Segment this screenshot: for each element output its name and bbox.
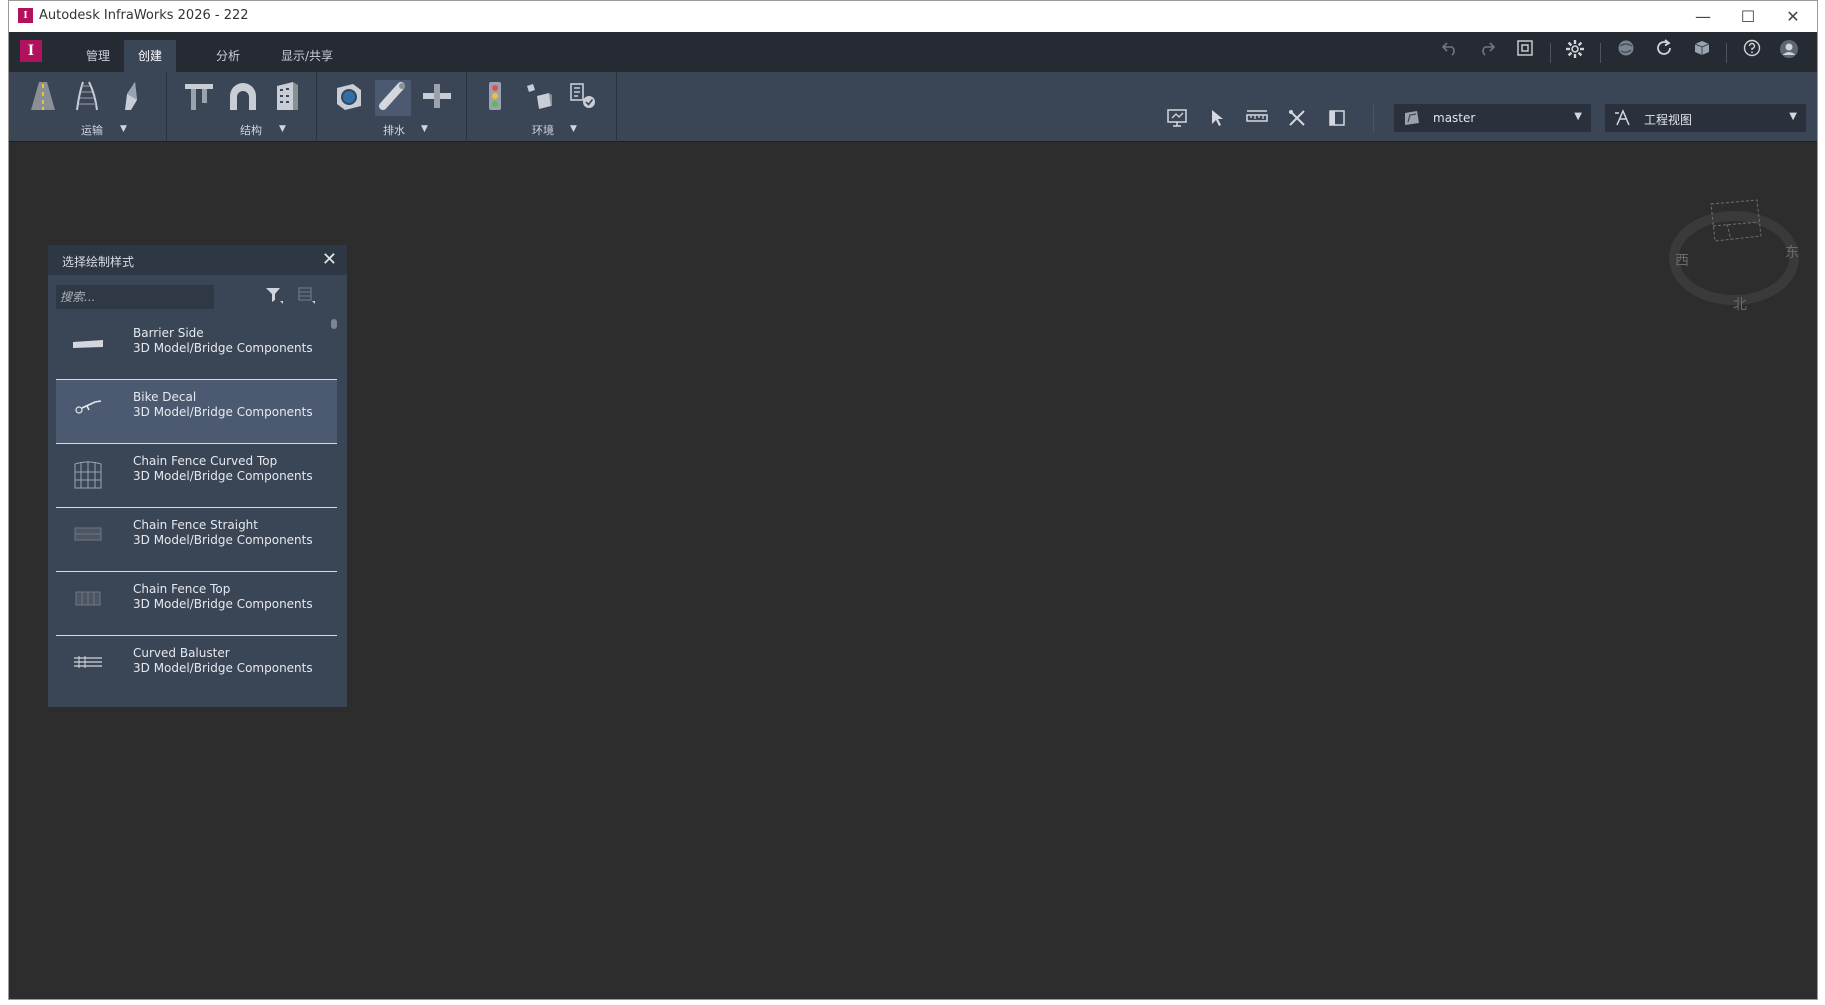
ribbon-separator (1373, 105, 1374, 133)
select-cursor-icon[interactable] (1203, 108, 1231, 134)
window-title: Autodesk InfraWorks 2026 - 222 (39, 8, 249, 23)
close-window-button[interactable]: ✕ (1773, 4, 1813, 30)
chevron-down-icon: ▼ (1574, 111, 1582, 122)
settings-icon[interactable] (1562, 39, 1588, 65)
city-furniture-icon[interactable] (521, 80, 557, 116)
pipe-connector-icon[interactable] (419, 80, 455, 116)
view-dropdown[interactable]: 工程视图 ▼ (1605, 104, 1806, 132)
style-list: Barrier Side 3D Model/Bridge Components … (56, 316, 337, 700)
terrain-shape-icon[interactable] (113, 80, 149, 116)
app-window: I Autodesk InfraWorks 2026 - 222 — ☐ ✕ I… (8, 0, 1818, 1000)
header-separator (1600, 43, 1601, 63)
user-avatar-icon[interactable] (1776, 39, 1802, 65)
cloud-model-icon[interactable] (1689, 39, 1715, 65)
branch-dropdown[interactable]: master ▼ (1394, 104, 1591, 132)
viewcube-north-label: 北 (1733, 297, 1747, 313)
branch-icon (1403, 109, 1421, 131)
item-category: 3D Model/Bridge Components (133, 661, 313, 675)
item-name: Chain Fence Curved Top (133, 454, 278, 468)
item-category: 3D Model/Bridge Components (133, 341, 313, 355)
draw-style-panel: 选择绘制样式 ✕ Barrier Side 3D Model/Bridge Co… (48, 245, 347, 707)
chain-fence-curved-top-thumbnail (70, 458, 106, 494)
search-input[interactable] (56, 285, 214, 309)
close-icon[interactable]: ✕ (322, 249, 337, 270)
tab-analyze[interactable]: 分析 (202, 40, 254, 72)
caret-down-icon[interactable]: ▼ (421, 124, 428, 134)
ribbon-group-structure: 结构 ▼ (167, 72, 317, 142)
app-icon: I (18, 8, 33, 23)
chain-fence-straight-thumbnail (70, 522, 106, 558)
item-category: 3D Model/Bridge Components (133, 533, 313, 547)
list-item[interactable]: Chain Fence Straight 3D Model/Bridge Com… (56, 508, 337, 572)
list-item[interactable]: Bike Decal 3D Model/Bridge Components (56, 380, 337, 444)
pipe-icon[interactable] (375, 80, 411, 116)
ribbon-group-environment: 环境 ▼ (467, 72, 617, 142)
filter-icon[interactable] (261, 285, 287, 309)
ribbon-group-label: 结构 (240, 124, 262, 137)
panel-layout-icon[interactable] (1323, 108, 1351, 134)
panel-title: 选择绘制样式 (62, 255, 135, 269)
presentation-icon[interactable] (1163, 108, 1191, 134)
list-item[interactable]: Chain Fence Curved Top 3D Model/Bridge C… (56, 444, 337, 508)
barrier-side-thumbnail (70, 330, 106, 366)
fit-view-icon[interactable] (1512, 39, 1538, 65)
view-value: 工程视图 (1644, 113, 1693, 127)
item-name: Curved Baluster (133, 646, 230, 660)
sync-icon[interactable] (1651, 39, 1677, 65)
globe-icon[interactable] (1613, 39, 1639, 65)
minimize-button[interactable]: — (1683, 4, 1723, 30)
undo-icon[interactable] (1437, 39, 1463, 65)
point-of-interest-icon[interactable] (565, 80, 601, 116)
list-item[interactable]: Barrier Side 3D Model/Bridge Components (56, 316, 337, 380)
panel-header: 选择绘制样式 ✕ (48, 245, 347, 275)
header-separator (1726, 43, 1727, 63)
title-bar: I Autodesk InfraWorks 2026 - 222 — ☐ ✕ (9, 1, 1817, 32)
list-item[interactable]: Chain Fence Top 3D Model/Bridge Componen… (56, 572, 337, 636)
road-icon[interactable] (25, 80, 61, 116)
measure-icon[interactable] (1243, 108, 1271, 134)
item-name: Chain Fence Top (133, 582, 231, 596)
chevron-down-icon: ▼ (1789, 111, 1797, 122)
tunnel-icon[interactable] (225, 80, 261, 116)
list-item[interactable]: Curved Baluster 3D Model/Bridge Componen… (56, 636, 337, 700)
caret-down-icon[interactable]: ▼ (279, 124, 286, 134)
item-name: Barrier Side (133, 326, 204, 340)
curved-baluster-thumbnail (70, 650, 106, 686)
tab-create[interactable]: 创建 (124, 40, 177, 72)
bridge-icon[interactable] (181, 80, 217, 116)
help-icon[interactable] (1739, 39, 1765, 65)
item-name: Bike Decal (133, 390, 197, 404)
item-category: 3D Model/Bridge Components (133, 469, 313, 483)
chain-fence-top-thumbnail (70, 586, 106, 622)
drainage-structure-icon[interactable] (331, 80, 367, 116)
maximize-button[interactable]: ☐ (1728, 4, 1768, 30)
view-cube[interactable]: 西 东 北 (1669, 196, 1799, 316)
rail-icon[interactable] (69, 80, 105, 116)
viewcube-east-label: 东 (1785, 245, 1799, 261)
redo-icon[interactable] (1474, 39, 1500, 65)
viewcube-west-label: 西 (1675, 253, 1689, 269)
item-name: Chain Fence Straight (133, 518, 258, 532)
traffic-light-icon[interactable] (477, 80, 513, 116)
tools-icon[interactable] (1283, 108, 1311, 134)
ribbon-group-transport: 运输 ▼ (9, 72, 167, 142)
item-category: 3D Model/Bridge Components (133, 405, 313, 419)
item-category: 3D Model/Bridge Components (133, 597, 313, 611)
bike-decal-thumbnail (70, 394, 106, 430)
app-logo-button[interactable]: I (20, 40, 42, 62)
caret-down-icon[interactable]: ▼ (120, 124, 127, 134)
header-separator (1550, 43, 1551, 63)
building-icon[interactable] (269, 80, 305, 116)
ribbon-group-label: 环境 (532, 124, 554, 137)
ribbon-group-drainage: 排水 ▼ (317, 72, 467, 142)
tab-display-share[interactable]: 显示/共享 (267, 40, 347, 72)
caret-down-icon[interactable]: ▼ (570, 124, 577, 134)
tab-manage[interactable]: 管理 (72, 40, 124, 72)
ribbon-group-label: 排水 (383, 124, 405, 137)
view-style-icon (1614, 109, 1632, 131)
list-view-icon[interactable] (293, 285, 319, 309)
menu-bar: I 管理 创建 分析 显示/共享 (9, 32, 1817, 72)
ribbon-group-label: 运输 (81, 124, 103, 137)
branch-value: master (1433, 111, 1476, 125)
